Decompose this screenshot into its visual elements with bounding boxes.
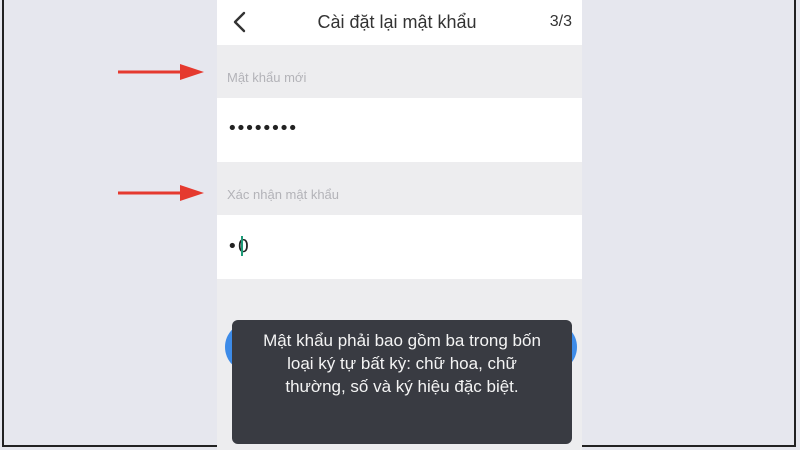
step-indicator: 3/3: [549, 13, 572, 30]
app-header: Cài đặt lại mật khẩu 3/3: [217, 0, 582, 45]
new-password-value: ••••••••: [227, 118, 298, 139]
red-arrow-icon: [118, 185, 204, 201]
red-arrow-icon: [118, 64, 204, 80]
back-chevron-icon[interactable]: [229, 9, 251, 35]
toast-message: Mật khẩu phải bao gồm ba trong bốn loại …: [232, 320, 572, 444]
confirm-password-label: Xác nhận mật khẩu: [227, 187, 340, 202]
page-title: Cài đặt lại mật khẩu: [317, 12, 477, 32]
new-password-label: Mật khẩu mới: [227, 70, 307, 85]
confirm-password-value: •0: [227, 236, 250, 257]
confirm-password-field[interactable]: •0: [217, 215, 582, 279]
text-cursor: [241, 236, 243, 256]
new-password-field[interactable]: ••••••••: [217, 98, 582, 162]
